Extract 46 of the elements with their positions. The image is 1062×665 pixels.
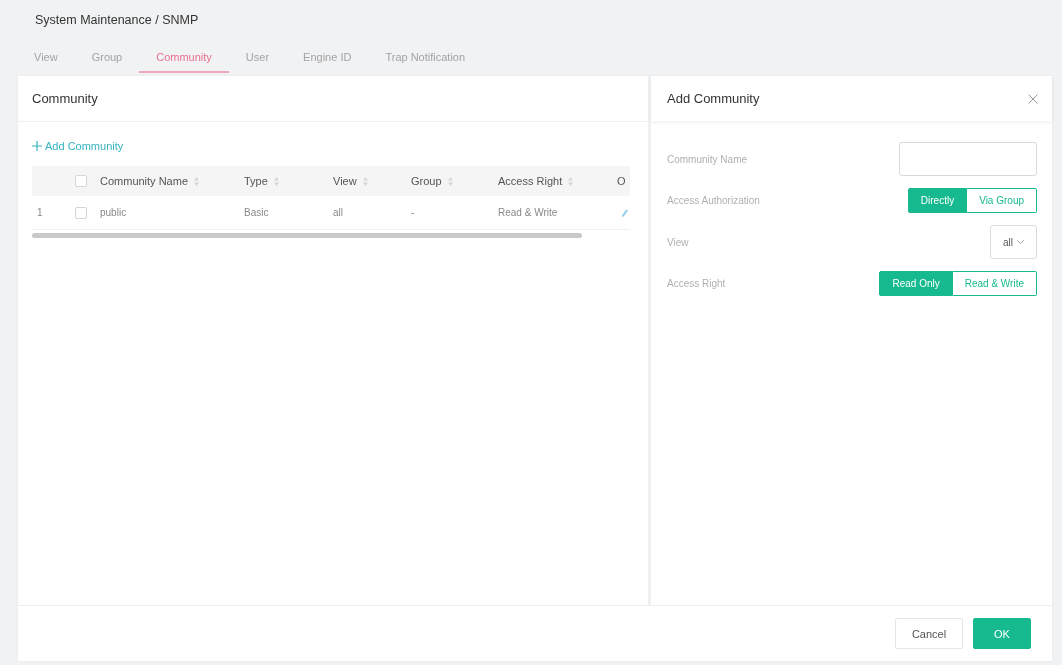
sort-icon: [273, 176, 279, 186]
horizontal-scrollbar[interactable]: [32, 233, 582, 238]
field-label: View: [667, 236, 689, 248]
tab[interactable]: View: [17, 43, 75, 73]
tab[interactable]: Engine ID: [286, 43, 369, 73]
field-label: Access Authorization: [667, 195, 760, 206]
segmented-option[interactable]: Read Only: [879, 271, 953, 296]
sort-icon: [194, 176, 200, 186]
tab[interactable]: Group: [74, 43, 140, 73]
tab[interactable]: Community: [139, 43, 229, 73]
checkbox[interactable]: [75, 206, 87, 219]
segmented-option[interactable]: Read & Write: [952, 271, 1037, 296]
field-label: Community Name: [667, 153, 748, 165]
column-header[interactable]: Community Name: [100, 175, 200, 187]
table-cell: all: [333, 207, 343, 218]
column-header[interactable]: Group: [411, 175, 453, 187]
add-link[interactable]: Add Community: [32, 138, 124, 154]
column-header: O: [617, 175, 626, 187]
sort-icon: [447, 176, 453, 186]
close-icon[interactable]: [1028, 93, 1038, 104]
column-header[interactable]: Type: [244, 175, 279, 187]
panel-title: Community: [32, 91, 98, 106]
text-field[interactable]: [899, 142, 1037, 176]
table-cell: public: [100, 207, 127, 218]
panel-title: Add Community: [667, 91, 760, 106]
sort-icon: [568, 176, 574, 186]
segmented-option[interactable]: Directly: [907, 188, 968, 213]
plus-icon: [32, 141, 42, 151]
secondary-button[interactable]: Cancel: [895, 618, 963, 649]
table-cell: Read & Write: [498, 207, 558, 218]
field-label: Access Right: [667, 278, 726, 289]
segmented-option[interactable]: Via Group: [967, 188, 1037, 213]
tab[interactable]: User: [228, 43, 287, 73]
pencil-icon[interactable]: [622, 208, 628, 217]
row-number: 1: [37, 207, 43, 218]
column-header[interactable]: Access Right: [498, 175, 574, 187]
checkbox[interactable]: [75, 175, 87, 187]
tab[interactable]: Trap Notification: [368, 43, 483, 73]
table-cell: Basic: [244, 207, 269, 218]
table-cell: -: [411, 207, 415, 218]
dropdown-field[interactable]: all: [990, 225, 1037, 259]
breadcrumb: System Maintenance / SNMP: [35, 12, 199, 29]
column-header[interactable]: View: [333, 175, 368, 187]
chevron-down-icon: [1017, 240, 1024, 244]
sort-icon: [362, 176, 368, 186]
primary-button[interactable]: OK: [973, 618, 1031, 649]
